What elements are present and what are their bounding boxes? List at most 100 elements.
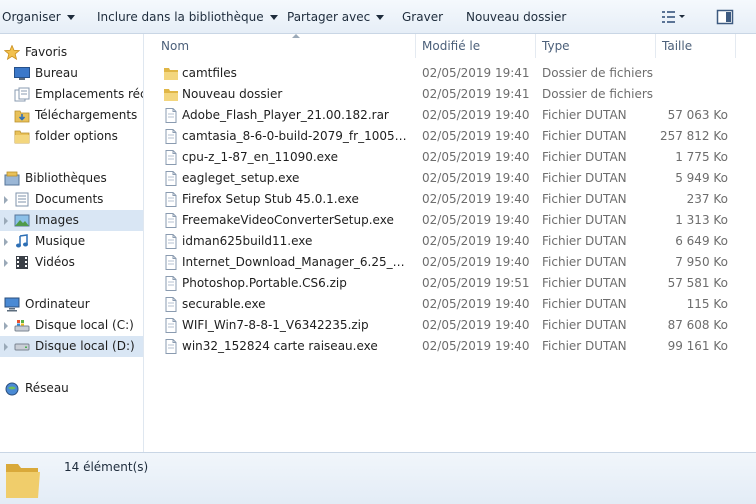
burn-button[interactable]: Graver — [402, 0, 443, 34]
nav-network[interactable]: Réseau — [0, 378, 143, 399]
column-header-size[interactable]: Taille — [656, 34, 736, 58]
file-row[interactable]: securable.exe 02/05/2019 19:40 Fichier DUT… — [145, 294, 756, 315]
libraries-icon — [4, 171, 20, 186]
file-name: WIFI_Win7-8-8-1_V6342235.zip — [182, 318, 369, 332]
file-list: Nom Modifié le Type Taille camtfiles 02/0… — [145, 34, 756, 452]
file-row[interactable]: eagleget_setup.exe 02/05/2019 19:40 Fichie… — [145, 168, 756, 189]
file-icon — [165, 297, 177, 312]
expand-arrow-icon[interactable] — [4, 196, 8, 204]
file-row[interactable]: camtfiles 02/05/2019 19:41 Dossier de fich… — [145, 63, 756, 84]
nav-downloads-label: Téléchargements — [35, 108, 138, 122]
expand-arrow-icon[interactable] — [4, 343, 8, 351]
nav-recent-places-label: Emplacements récents — [35, 87, 143, 101]
nav-favorites[interactable]: Favoris — [0, 42, 143, 63]
item-count: 14 élément(s) — [64, 460, 149, 474]
column-header-type[interactable]: Type — [536, 34, 656, 58]
folder-icon — [164, 89, 178, 101]
nav-disk-d[interactable]: Disque local (D:) — [0, 336, 143, 357]
nav-videos-label: Vidéos — [35, 255, 75, 269]
share-with-button[interactable]: Partager avec — [287, 0, 385, 34]
file-size: 1 775 Ko — [675, 150, 728, 164]
nav-videos[interactable]: Vidéos — [0, 252, 143, 273]
file-type: Fichier DUTAN — [542, 213, 627, 227]
file-name: camtasia_8-6-0-build-2079_fr_10052.msi — [182, 129, 410, 143]
nav-recent-places[interactable]: Emplacements récents — [0, 84, 143, 105]
expand-arrow-icon[interactable] — [4, 217, 8, 225]
file-size: 87 608 Ko — [667, 318, 728, 332]
file-name: camtfiles — [182, 66, 237, 80]
videos-icon — [16, 256, 28, 269]
file-modified: 02/05/2019 19:40 — [422, 234, 530, 248]
file-row[interactable]: camtasia_8-6-0-build-2079_fr_10052.msi 02… — [145, 126, 756, 147]
file-size — [657, 63, 728, 84]
new-folder-button[interactable]: Nouveau dossier — [466, 0, 566, 34]
file-icon — [165, 150, 177, 165]
nav-images-label: Images — [35, 213, 79, 227]
file-modified: 02/05/2019 19:40 — [422, 318, 530, 332]
file-size: 237 Ko — [686, 192, 728, 206]
file-row[interactable]: WIFI_Win7-8-8-1_V6342235.zip 02/05/2019 1… — [145, 315, 756, 336]
file-modified: 02/05/2019 19:40 — [422, 192, 530, 206]
include-library-button[interactable]: Inclure dans la bibliothèque — [97, 0, 278, 34]
windows-drive-icon — [14, 320, 30, 332]
file-modified: 02/05/2019 19:40 — [422, 108, 530, 122]
column-header-modified-label: Modifié le — [422, 39, 481, 53]
details-pane: 14 élément(s) — [0, 452, 756, 504]
file-row[interactable]: win32_152824 carte raiseau.exe 02/05/2019… — [145, 336, 756, 357]
nav-folder-options[interactable]: folder options — [0, 126, 143, 147]
file-row[interactable]: Photoshop.Portable.CS6.zip 02/05/2019 19:… — [145, 273, 756, 294]
file-size: 57 581 Ko — [667, 276, 728, 290]
file-type: Fichier DUTAN — [542, 297, 627, 311]
nav-documents[interactable]: Documents — [0, 189, 143, 210]
folder-icon — [164, 68, 178, 80]
file-row[interactable]: Firefox Setup Stub 45.0.1.exe 02/05/2019 … — [145, 189, 756, 210]
file-type: Fichier DUTAN — [542, 150, 627, 164]
view-options-button[interactable] — [661, 9, 687, 28]
file-name: Adobe_Flash_Player_21.00.182.rar — [182, 108, 389, 122]
preview-pane-button[interactable] — [716, 9, 734, 28]
expand-arrow-icon[interactable] — [4, 259, 8, 267]
desktop-icon — [14, 67, 30, 80]
nav-images[interactable]: Images — [0, 210, 143, 231]
column-header-modified[interactable]: Modifié le — [416, 34, 536, 58]
file-icon — [165, 108, 177, 123]
nav-disk-c[interactable]: Disque local (C:) — [0, 315, 143, 336]
include-library-label: Inclure dans la bibliothèque — [97, 10, 264, 24]
file-icon — [165, 318, 177, 333]
file-row[interactable]: Internet_Download_Manager_6.25_Build_...… — [145, 252, 756, 273]
file-size: 1 313 Ko — [675, 213, 728, 227]
nav-libraries[interactable]: Bibliothèques — [0, 168, 143, 189]
file-name: securable.exe — [182, 297, 266, 311]
expand-arrow-icon[interactable] — [4, 322, 8, 330]
file-row[interactable]: Adobe_Flash_Player_21.00.182.rar 02/05/20… — [145, 105, 756, 126]
sort-ascending-icon — [292, 34, 300, 38]
folder-icon — [6, 464, 40, 498]
file-modified: 02/05/2019 19:40 — [422, 297, 530, 311]
file-name: Firefox Setup Stub 45.0.1.exe — [182, 192, 359, 206]
expand-arrow-icon[interactable] — [4, 238, 8, 246]
file-icon — [165, 213, 177, 228]
nav-downloads[interactable]: Téléchargements — [0, 105, 143, 126]
nav-disk-c-label: Disque local (C:) — [35, 318, 134, 332]
file-row[interactable]: Nouveau dossier 02/05/2019 19:41 Dossier d… — [145, 84, 756, 105]
file-size: 99 161 Ko — [667, 339, 728, 353]
file-icon — [165, 234, 177, 249]
file-row[interactable]: cpu-z_1-87_en_11090.exe 02/05/2019 19:40 F… — [145, 147, 756, 168]
file-row[interactable]: FreemakeVideoConverterSetup.exe 02/05/201… — [145, 210, 756, 231]
file-modified: 02/05/2019 19:40 — [422, 339, 530, 353]
column-header-name[interactable]: Nom — [155, 34, 416, 58]
file-type: Fichier DUTAN — [542, 276, 627, 290]
command-bar: Organiser Inclure dans la bibliothèque P… — [0, 0, 756, 34]
pane-divider[interactable] — [143, 34, 144, 452]
file-icon — [165, 171, 177, 186]
nav-desktop[interactable]: Bureau — [0, 63, 143, 84]
file-icon — [165, 192, 177, 207]
nav-computer[interactable]: Ordinateur — [0, 294, 143, 315]
nav-computer-label: Ordinateur — [25, 297, 90, 311]
nav-desktop-label: Bureau — [35, 66, 78, 80]
file-name: win32_152824 carte raiseau.exe — [182, 339, 378, 353]
nav-music[interactable]: Musique — [0, 231, 143, 252]
network-icon — [5, 382, 19, 396]
organize-menu-button[interactable]: Organiser — [2, 0, 75, 34]
file-row[interactable]: idman625build11.exe 02/05/2019 19:40 Fichi… — [145, 231, 756, 252]
